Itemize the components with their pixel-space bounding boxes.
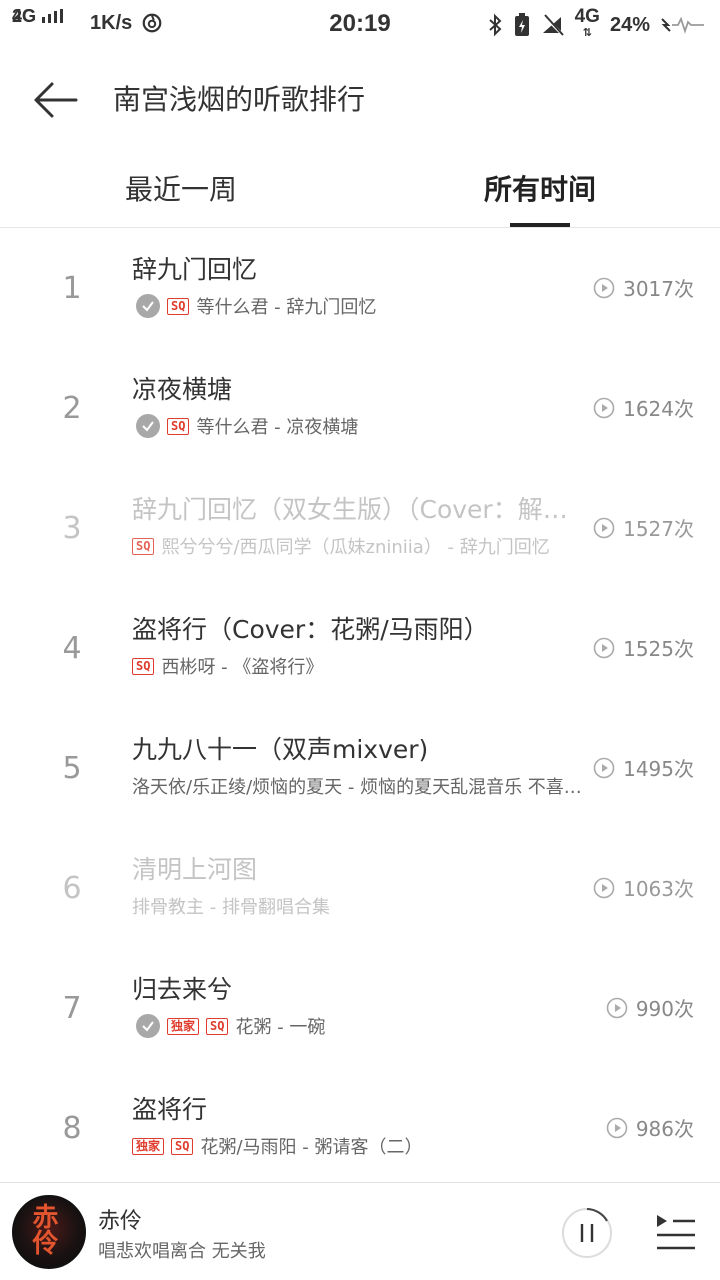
song-row[interactable]: 6 清明上河图排骨教主 - 排骨翻唱合集 1063次 xyxy=(0,829,720,949)
song-artist-album: 花粥/马雨阳 - 粥请客（二） xyxy=(200,1137,423,1158)
song-meta: SQ 西彬呀 - 《盗将行》 xyxy=(132,653,592,679)
time-range-tabs: 最近一周 所有时间 xyxy=(0,150,720,228)
play-circle-icon xyxy=(606,997,628,1018)
downloaded-check-icon xyxy=(136,414,160,438)
play-circle-icon xyxy=(606,1117,628,1138)
song-title: 盗将行（Cover：花粥/马雨阳） xyxy=(132,615,489,644)
tab-all-time[interactable]: 所有时间 xyxy=(484,170,596,210)
mini-player[interactable]: 赤伶 赤伶 唱悲欢唱离合 无关我 xyxy=(0,1182,720,1280)
sq-quality-badge: SQ xyxy=(167,297,190,315)
song-meta: SQ 熙兮兮兮/西瓜同学（瓜妹zniniia） - 辞九门回忆 xyxy=(132,533,592,559)
play-count: 1527次 xyxy=(593,513,694,542)
play-count-value: 1624次 xyxy=(623,397,694,421)
playlist-queue-icon[interactable] xyxy=(655,1211,697,1251)
rank-number: 7 xyxy=(62,991,82,1026)
play-count: 1495次 xyxy=(593,753,694,782)
song-title: 辞九门回忆（双女生版）（Cover：解忧... xyxy=(132,495,577,524)
album-cover-text: 赤伶 xyxy=(28,1203,58,1255)
play-count-value: 1063次 xyxy=(623,877,694,901)
song-meta: 独家 SQ 花粥/马雨阳 - 粥请客（二） xyxy=(132,1133,592,1159)
song-meta: 洛天依/乐正绫/烦恼的夏天 - 烦恼的夏天乱混音乐 不喜勿... xyxy=(132,773,592,799)
song-artist-album: 熙兮兮兮/西瓜同学（瓜妹zniniia） - 辞九门回忆 xyxy=(161,537,550,558)
song-title: 清明上河图 xyxy=(132,855,258,884)
exclusive-badge: 独家 xyxy=(167,1017,200,1035)
song-artist-album: 等什么君 - 凉夜横塘 xyxy=(196,417,359,438)
charging-pulse-icon xyxy=(661,16,704,34)
play-circle-icon xyxy=(593,517,615,538)
song-title: 盗将行 xyxy=(132,1095,208,1124)
rank-number: 5 xyxy=(62,751,82,786)
wifi-off-icon xyxy=(542,14,564,36)
song-row[interactable]: 7 归去来兮独家 SQ 花粥 - 一碗 990次 xyxy=(0,949,720,1069)
rank-number: 4 xyxy=(62,631,82,666)
play-count-value: 1525次 xyxy=(623,637,694,661)
play-count-value: 990次 xyxy=(635,997,694,1021)
play-circle-icon xyxy=(593,397,615,418)
play-circle-icon xyxy=(593,637,615,658)
song-meta: 独家 SQ 花粥 - 一碗 xyxy=(132,1013,592,1039)
page-title: 南宫浅烟的听歌排行 xyxy=(113,83,366,116)
sq-quality-badge: SQ xyxy=(132,657,155,675)
play-circle-icon xyxy=(593,757,615,778)
status-icons: 4G ⇅ 24% xyxy=(487,6,706,42)
sq-quality-badge: SQ xyxy=(167,417,190,435)
song-artist-album: 花粥 - 一碗 xyxy=(235,1017,326,1038)
play-count: 1624次 xyxy=(593,393,694,422)
song-artist-album: 洛天依/乐正绫/烦恼的夏天 - 烦恼的夏天乱混音乐 不喜勿... xyxy=(132,777,592,798)
play-count: 3017次 xyxy=(593,273,694,302)
play-count: 1063次 xyxy=(593,873,694,902)
song-row[interactable]: 4 盗将行（Cover：花粥/马雨阳） SQ 西彬呀 - 《盗将行》 1525次 xyxy=(0,589,720,709)
song-meta: SQ 等什么君 - 辞九门回忆 xyxy=(132,293,592,319)
song-meta: SQ 等什么君 - 凉夜横塘 xyxy=(132,413,592,439)
play-count: 1525次 xyxy=(593,633,694,662)
app-header: 南宫浅烟的听歌排行 xyxy=(0,50,720,150)
active-tab-indicator xyxy=(510,223,570,227)
battery-percent: 24% xyxy=(609,13,650,36)
play-count-value: 1495次 xyxy=(623,757,694,781)
song-artist-album: 等什么君 - 辞九门回忆 xyxy=(196,297,377,318)
bluetooth-icon xyxy=(488,13,502,37)
play-count: 990次 xyxy=(606,993,694,1022)
album-cover[interactable]: 赤伶 xyxy=(12,1195,86,1269)
exclusive-badge: 独家 xyxy=(132,1137,165,1155)
status-bar: 4G 2G 1K/s 20:19 4G ⇅ 24% xyxy=(0,0,720,50)
rank-number: 6 xyxy=(62,871,82,906)
data-network-indicator: 4G ⇅ xyxy=(574,6,600,39)
play-count-value: 986次 xyxy=(635,1117,694,1141)
song-title: 归去来兮 xyxy=(132,975,233,1004)
sq-quality-badge: SQ xyxy=(132,537,155,555)
song-title: 九九八十一（双声mixver) xyxy=(132,735,429,764)
song-row[interactable]: 3 辞九门回忆（双女生版）（Cover：解忧... SQ 熙兮兮兮/西瓜同学（瓜妹zn… xyxy=(0,469,720,589)
song-artist-album: 西彬呀 - 《盗将行》 xyxy=(161,657,324,678)
song-title: 凉夜横塘 xyxy=(132,375,233,404)
play-count: 986次 xyxy=(606,1113,694,1142)
downloaded-check-icon xyxy=(136,294,160,318)
rank-number: 8 xyxy=(62,1111,82,1146)
song-artist-album: 排骨教主 - 排骨翻唱合集 xyxy=(132,897,330,918)
play-count-value: 3017次 xyxy=(623,277,694,301)
back-arrow-icon[interactable] xyxy=(30,78,80,122)
now-playing-title: 赤伶 xyxy=(98,1209,143,1234)
play-circle-icon xyxy=(593,877,615,898)
song-row[interactable]: 8 盗将行独家 SQ 花粥/马雨阳 - 粥请客（二） 986次 xyxy=(0,1069,720,1189)
tab-recent-week[interactable]: 最近一周 xyxy=(125,170,237,210)
song-row[interactable]: 2 凉夜横塘 SQ 等什么君 - 凉夜横塘 1624次 xyxy=(0,349,720,469)
song-meta: 排骨教主 - 排骨翻唱合集 xyxy=(132,893,592,919)
sq-quality-badge: SQ xyxy=(171,1137,194,1155)
rank-number: 2 xyxy=(62,391,82,426)
pause-button[interactable] xyxy=(561,1207,613,1259)
song-row[interactable]: 5 九九八十一（双声mixver) 洛天依/乐正绫/烦恼的夏天 - 烦恼的夏天乱混音… xyxy=(0,709,720,829)
now-playing-lyric: 唱悲欢唱离合 无关我 xyxy=(98,1241,266,1262)
sq-quality-badge: SQ xyxy=(206,1017,229,1035)
play-count-value: 1527次 xyxy=(623,517,694,541)
rank-number: 3 xyxy=(62,511,82,546)
song-row[interactable]: 1 辞九门回忆 SQ 等什么君 - 辞九门回忆 3017次 xyxy=(0,229,720,349)
play-circle-icon xyxy=(593,277,615,298)
data-arrows-icon: ⇅ xyxy=(582,27,592,39)
battery-saver-icon xyxy=(514,13,529,36)
song-title: 辞九门回忆 xyxy=(132,255,258,284)
rank-number: 1 xyxy=(62,271,82,306)
downloaded-check-icon xyxy=(136,1014,160,1038)
